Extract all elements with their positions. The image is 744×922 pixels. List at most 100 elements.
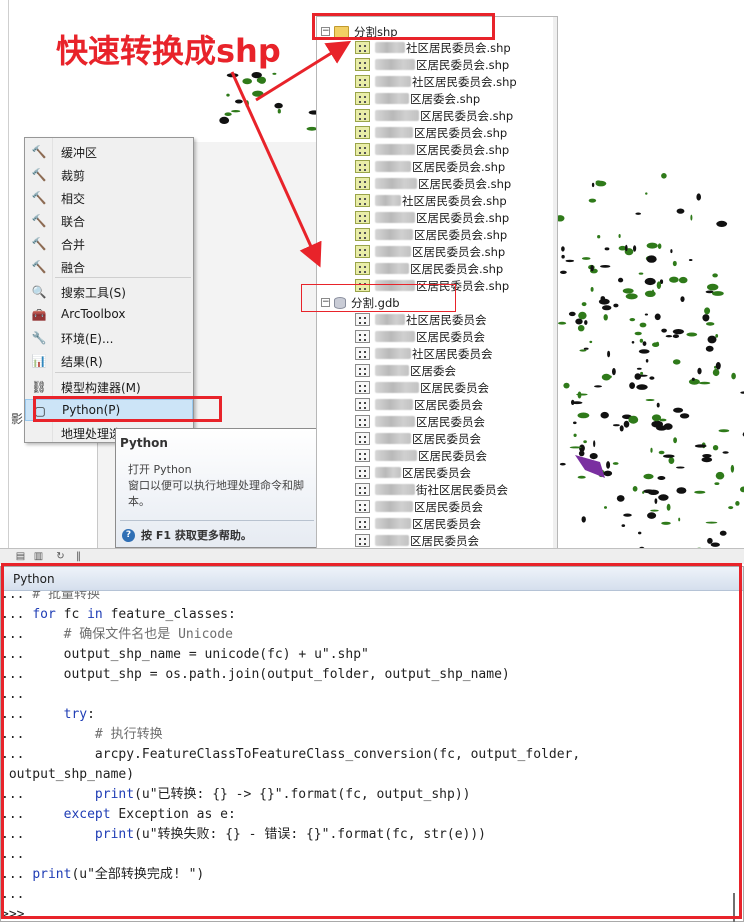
refresh-icon[interactable]: ↻ <box>54 550 67 563</box>
redacted-name <box>375 144 415 155</box>
menu-item[interactable]: 🧰 ArcToolbox <box>25 304 193 326</box>
tree-item[interactable]: 社区居民委员会 <box>355 345 493 362</box>
map-feature <box>648 489 659 495</box>
map-feature <box>735 501 740 506</box>
pause-icon[interactable]: ‖ <box>72 550 85 563</box>
menu-item-label: 缓冲区 <box>61 146 98 160</box>
map-feature <box>638 272 644 275</box>
map-feature <box>591 182 595 188</box>
tree-item[interactable]: 区居民委员会 <box>355 379 489 396</box>
map-feature <box>603 314 608 321</box>
menu-item[interactable]: 🔨 联合 <box>25 210 193 232</box>
tree-item[interactable]: 区居民委员会 <box>355 532 479 549</box>
hammer-icon: 🔨 <box>31 214 47 228</box>
tree-item[interactable]: 区居民委员会.shp <box>355 56 509 73</box>
tree-item[interactable]: 区居民委员会.shp <box>355 107 513 124</box>
map-feature <box>645 399 655 401</box>
tree-item[interactable]: 区居民委员会 <box>355 396 483 413</box>
source-icon[interactable]: ▥ <box>32 550 45 563</box>
tooltip-description: 打开 Python 窗口以便可以执行地理处理命令和脚本。 <box>128 463 304 508</box>
tree-item[interactable]: 区居民委员会 <box>355 430 481 447</box>
python-tooltip: Python 打开 Python 窗口以便可以执行地理处理命令和脚本。 ? 按 … <box>115 428 318 548</box>
map-feature <box>697 367 702 375</box>
tree-item[interactable]: 区居民委员会.shp <box>355 260 503 277</box>
tree-item[interactable]: 区居民委员会 <box>355 464 471 481</box>
map-feature <box>589 340 593 344</box>
map-feature <box>654 498 658 504</box>
feature-class-icon <box>355 483 370 496</box>
hammer-icon: 🔨 <box>31 260 47 274</box>
map-feature <box>618 277 624 283</box>
shapefile-icon <box>355 262 370 275</box>
map-feature <box>224 112 232 116</box>
map-feature <box>636 367 642 370</box>
menu-item[interactable]: 🔨 融合 <box>25 256 193 278</box>
modelbuilder-icon: ⛓ <box>31 380 47 394</box>
feature-class-icon <box>355 330 370 343</box>
catalog-scrollbar[interactable] <box>553 17 557 563</box>
map-feature <box>635 212 641 215</box>
map-feature <box>640 371 644 375</box>
map-feature <box>242 78 252 85</box>
map-feature <box>712 368 720 377</box>
list-icon[interactable]: ▤ <box>14 550 27 563</box>
redacted-name <box>375 365 409 376</box>
menu-item[interactable]: 🔧 环境(E)... <box>25 327 193 349</box>
tree-item[interactable]: 区居民委员会 <box>355 447 487 464</box>
map-feature <box>651 414 662 422</box>
tree-item[interactable]: 区居民委员会.shp <box>355 243 505 260</box>
feature-class-icon <box>355 500 370 513</box>
map-feature <box>646 242 658 249</box>
map-feature <box>656 402 660 408</box>
menu-item[interactable]: 🔍 搜索工具(S) <box>25 281 193 303</box>
tree-item[interactable]: 区居民委员会 <box>355 328 485 345</box>
menu-item-label: 相交 <box>61 192 86 206</box>
tree-item[interactable]: 区居民委员会.shp <box>355 226 507 243</box>
map-feature <box>716 220 728 227</box>
tree-item[interactable]: 区居民委员会.shp <box>355 175 511 192</box>
map-feature <box>645 192 648 195</box>
menu-item[interactable]: 📊 结果(R) <box>25 350 193 372</box>
map-feature <box>654 313 661 321</box>
redacted-name <box>375 416 415 427</box>
tree-item[interactable]: 社区居民委员会 <box>355 311 487 328</box>
tree-item[interactable]: 社区居民委员会.shp <box>355 192 507 209</box>
map-feature <box>584 320 588 325</box>
tree-item[interactable]: 区居民委员会 <box>355 515 481 532</box>
map-feature <box>563 382 570 389</box>
blank-icon <box>31 425 47 441</box>
map-feature <box>581 516 586 523</box>
menu-item[interactable]: 🔨 裁剪 <box>25 164 193 186</box>
map-feature <box>638 531 642 535</box>
menu-item[interactable]: 🔨 缓冲区 <box>25 141 193 163</box>
map-feature <box>665 335 673 338</box>
map-feature <box>710 542 720 547</box>
tree-item[interactable]: 区居委会 <box>355 362 456 379</box>
feature-class-icon <box>355 381 370 394</box>
tree-item[interactable]: 区居民委员会 <box>355 413 485 430</box>
tree-item[interactable]: 社区居民委员会.shp <box>355 39 511 56</box>
map-feature <box>705 345 714 352</box>
tree-item[interactable]: 区居民委员会.shp <box>355 209 509 226</box>
redacted-name <box>375 518 411 529</box>
tree-item[interactable]: 区居民委员会.shp <box>355 124 507 141</box>
tree-item[interactable]: 区居民委员会.shp <box>355 141 509 158</box>
tree-item-label: 区居民委员会 <box>402 465 471 480</box>
redacted-name <box>375 161 411 172</box>
map-feature <box>672 329 685 335</box>
menu-item[interactable]: 🔨 相交 <box>25 187 193 209</box>
tree-item-label: 区居民委员会 <box>412 516 481 531</box>
map-feature <box>638 349 650 354</box>
map-feature <box>728 506 734 510</box>
map-feature <box>647 512 657 519</box>
tree-item[interactable]: 社区居民委员会.shp <box>355 73 517 90</box>
tree-item[interactable]: 街社区居民委员会 <box>355 481 508 498</box>
menu-item[interactable]: 🔨 合并 <box>25 233 193 255</box>
map-feature <box>625 293 638 300</box>
tree-item[interactable]: 区居民委员会 <box>355 498 483 515</box>
hammer-icon: 🔨 <box>31 168 47 182</box>
menu-item[interactable]: ⛓ 模型构建器(M) <box>25 376 193 398</box>
map-feature <box>577 391 582 399</box>
tree-item[interactable]: 区居委会.shp <box>355 90 480 107</box>
tree-item[interactable]: 区居民委员会.shp <box>355 158 505 175</box>
